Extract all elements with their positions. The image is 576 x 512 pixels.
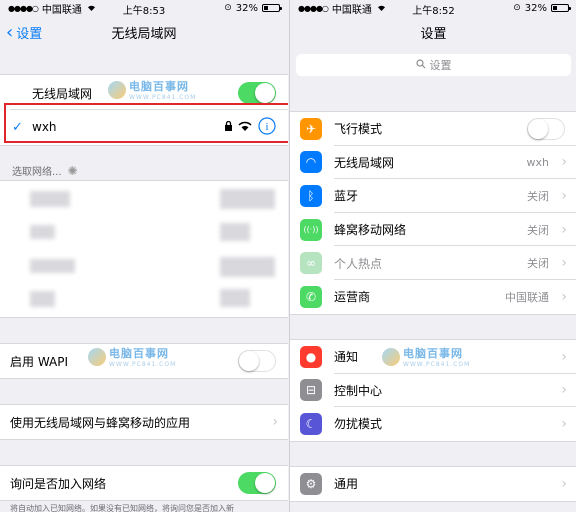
network-item-blurred [220,257,275,277]
settings-group: ⚙ 通用 › [290,466,576,502]
page-title: 设置 [420,26,447,42]
apps-using-label: 使用无线局域网与蜂窝移动的应用 [10,415,191,430]
wifi-toggle-label: 无线局域网 [32,86,93,101]
airplane-icon: ✈ [300,117,322,140]
ask-join-group: 询问是否加入网络 [0,465,288,501]
status-time: 上午8:53 [122,6,166,17]
settings-row-label: 通知 [334,350,359,365]
back-label: 设置 [16,27,43,42]
settings-row-label: 飞行模式 [334,122,383,137]
wapi-label: 启用 WAPI [10,354,69,369]
chevron-right-icon: › [272,414,278,430]
nav-bar: ‹ 设置 无线局域网 [0,16,288,48]
network-item-blurred [30,191,70,207]
settings-row[interactable]: ⚙ 通用 › [290,467,576,501]
network-list [0,180,288,318]
settings-screen: ●●●●○ 中国联通 上午8:52 ⊙ 32% 设置 设置 ✈ 飞行模式 ◠ 无线局域… [289,0,576,512]
settings-row-label: 蜂窝移动网络 [334,223,407,238]
ask-join-toggle[interactable] [238,472,276,494]
settings-row-value: 关闭 [527,223,549,237]
chevron-right-icon: › [561,382,567,399]
settings-row[interactable]: ● 通知 › [290,340,576,374]
settings-row-value: 关闭 [527,189,549,203]
settings-row[interactable]: ☾ 勿扰模式 › [290,407,576,441]
page-title: 无线局域网 [111,26,177,42]
chevron-right-icon: › [561,154,567,171]
status-bar: ●●●●○ 中国联通 上午8:53 ⊙ 32% [0,0,288,17]
network-item-blurred [30,291,55,307]
apps-group: 使用无线局域网与蜂窝移动的应用 › [0,404,288,440]
footer-text: 将自动加入已知网络。如果没有已知网络，将询问您是否加入新 [10,504,234,512]
settings-row[interactable]: ᛒ 蓝牙 关闭 › [290,179,576,213]
settings-row-label: 运营商 [334,290,371,305]
wapi-row: 启用 WAPI [0,345,288,377]
settings-row-value: wxh [526,155,549,169]
wifi-settings-screen: ●●●●○ 中国联通 上午8:53 ⊙ 32% ‹ 设置 无线局域网 无线局域网… [0,0,288,512]
settings-row[interactable]: ∞ 个人热点 关闭 › [290,246,576,280]
ask-join-label: 询问是否加入网络 [10,476,107,491]
notifications-icon: ● [300,345,322,368]
chevron-right-icon: › [561,187,567,204]
search-icon [415,58,426,72]
settings-row-label: 个人热点 [334,256,383,271]
settings-row-label: 控制中心 [334,383,383,398]
spinner-icon: ✺ [67,163,78,178]
settings-row-label: 无线局域网 [334,155,395,170]
settings-group: ✈ 飞行模式 ◠ 无线局域网 wxh › ᛒ 蓝牙 关闭 › ((·)) 蜂窝移动网络 关闭 › ∞ 个人热点… [290,111,576,315]
settings-row[interactable]: ⊟ 控制中心 › [290,374,576,408]
ask-join-row: 询问是否加入网络 [0,467,288,499]
hotspot-icon: ∞ [300,252,322,275]
chevron-left-icon: ‹ [6,21,14,43]
back-button[interactable]: ‹ 设置 [6,23,42,42]
settings-row[interactable]: ✆ 运营商 中国联通 › [290,280,576,314]
moon-icon: ☾ [300,412,322,435]
settings-row[interactable]: ✈ 飞行模式 [290,112,576,146]
wifi-icon: ◠ [300,151,322,174]
settings-row[interactable]: ◠ 无线局域网 wxh › [290,146,576,180]
nav-bar: 设置 [290,16,576,48]
wapi-toggle[interactable] [238,350,276,372]
control-center-icon: ⊟ [300,379,322,402]
airplane-mode-toggle[interactable] [527,117,565,140]
network-item-blurred [220,189,275,209]
apps-using-row[interactable]: 使用无线局域网与蜂窝移动的应用 › [0,406,288,438]
network-item-blurred [30,259,75,273]
battery-icon [262,4,282,12]
network-item-blurred [220,223,250,241]
network-item-blurred [30,225,55,239]
phone-icon: ✆ [300,285,322,308]
highlight-box [4,103,288,143]
status-time: 上午8:52 [412,6,455,17]
search-field[interactable]: 设置 [296,54,571,76]
gear-icon: ⚙ [300,472,322,495]
battery-icon [551,4,571,12]
cellular-icon: ((·)) [300,218,322,241]
chevron-right-icon: › [561,415,567,432]
settings-row-value: 中国联通 [505,290,549,304]
wifi-toggle[interactable] [238,82,276,104]
bluetooth-icon: ᛒ [300,184,322,207]
settings-row-label: 通用 [334,477,359,492]
status-bar: ●●●●○ 中国联通 上午8:52 ⊙ 32% [290,0,576,17]
settings-row[interactable]: ((·)) 蜂窝移动网络 关闭 › [290,213,576,247]
chevron-right-icon: › [561,475,567,492]
search-placeholder: 设置 [429,59,452,72]
settings-row-label: 蓝牙 [334,189,359,204]
chevron-right-icon: › [561,288,567,305]
wapi-group: 启用 WAPI [0,343,288,379]
choose-network-label: 选取网络... [12,167,62,178]
chevron-right-icon: › [561,221,567,238]
chevron-right-icon: › [561,255,567,272]
choose-network-header: 选取网络... ✺ [12,163,78,179]
network-item-blurred [220,289,250,307]
settings-group: ● 通知 › ⊟ 控制中心 › ☾ 勿扰模式 › [290,339,576,442]
settings-row-label: 勿扰模式 [334,417,383,432]
settings-row-value: 关闭 [527,257,549,271]
chevron-right-icon: › [561,348,567,365]
